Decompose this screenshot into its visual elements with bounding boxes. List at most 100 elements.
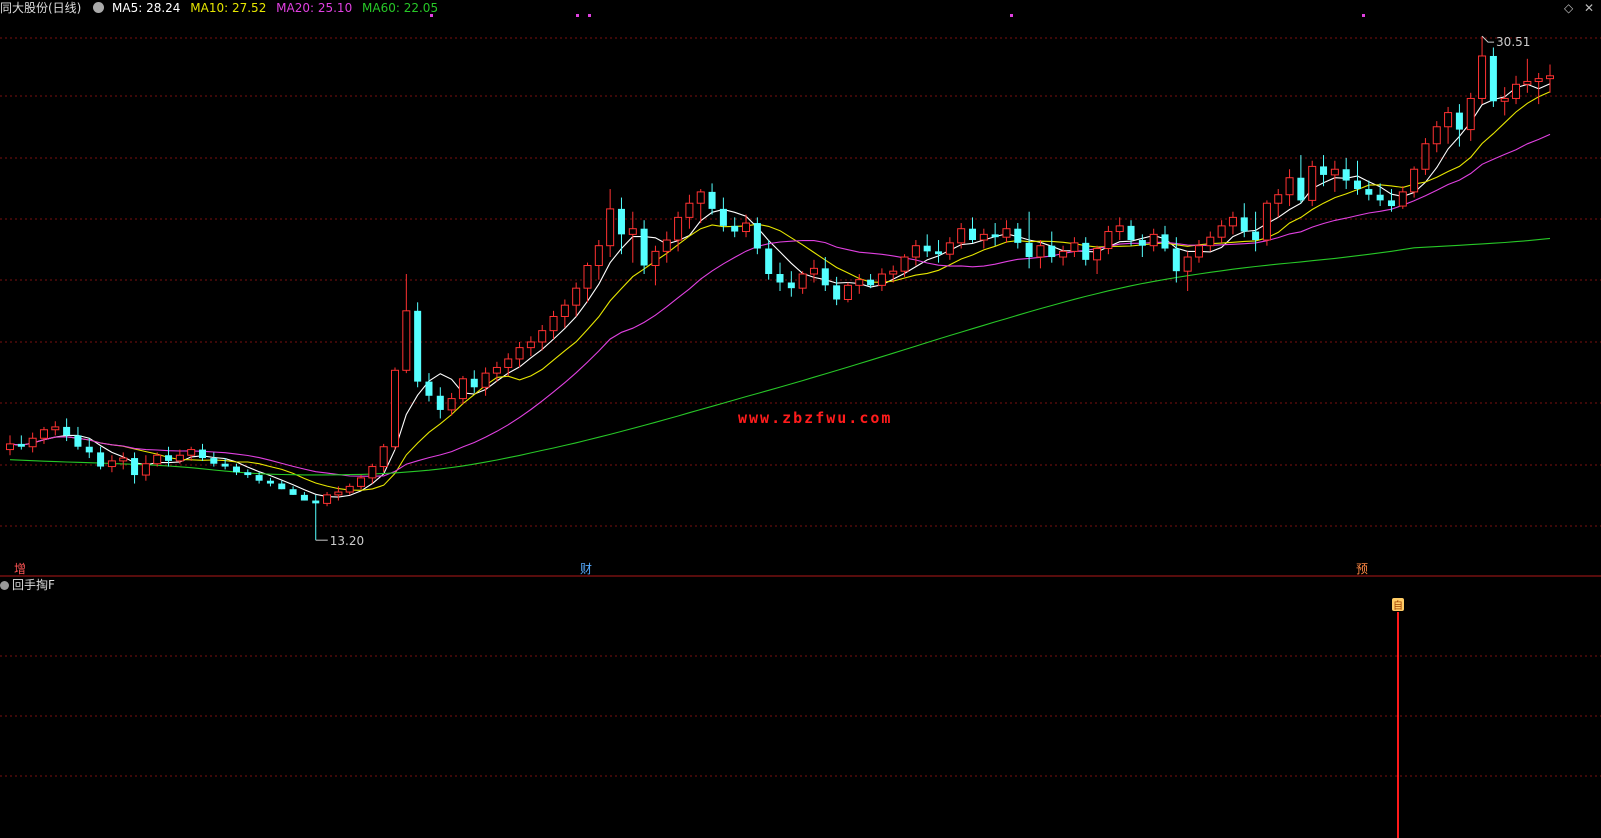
top-event-marker xyxy=(1362,14,1365,17)
candle-body xyxy=(1274,194,1283,204)
event-tag-zeng[interactable]: 增 xyxy=(14,562,26,576)
candle-body xyxy=(968,228,977,241)
candle-body xyxy=(1523,80,1532,85)
candle-body xyxy=(1365,189,1373,195)
candle xyxy=(74,426,82,450)
candle xyxy=(1444,106,1453,144)
candle xyxy=(131,452,139,484)
candle xyxy=(833,276,841,306)
candle xyxy=(1194,240,1203,263)
ma10-label: MA10: 27.52 xyxy=(190,1,267,15)
candle xyxy=(765,240,773,280)
candle xyxy=(1512,75,1521,105)
candle xyxy=(606,189,615,258)
candle-body xyxy=(1500,97,1509,102)
candle-body xyxy=(85,446,93,453)
candle-body xyxy=(323,494,332,504)
candle xyxy=(1093,245,1102,275)
event-tag-cai[interactable]: 财 xyxy=(580,562,592,576)
candle xyxy=(85,438,93,459)
candle-body xyxy=(28,437,37,448)
candle-body xyxy=(1228,216,1237,227)
candle xyxy=(210,452,218,467)
candle-body xyxy=(74,435,82,447)
candle-body xyxy=(1320,166,1328,175)
candle xyxy=(1274,189,1283,218)
candle xyxy=(900,254,909,277)
candle xyxy=(390,367,400,450)
candle-body xyxy=(1512,83,1521,99)
candle-body xyxy=(1534,78,1543,82)
candle-body xyxy=(606,208,615,247)
x-icon[interactable]: ✕ xyxy=(1584,1,1594,15)
candle xyxy=(1545,64,1555,93)
candle xyxy=(425,373,433,402)
indicator-panel: 自 xyxy=(1392,598,1404,838)
candle-body xyxy=(889,270,898,275)
candle-body xyxy=(1127,225,1135,241)
candle-body xyxy=(1421,143,1430,170)
candle-body xyxy=(1104,231,1113,250)
candle-body xyxy=(175,454,184,462)
high-price-label: 30.51 xyxy=(1496,35,1530,49)
candle xyxy=(1070,237,1079,258)
candle-body xyxy=(1240,217,1248,232)
signal-marker-label: 自 xyxy=(1393,599,1403,612)
candle xyxy=(1376,183,1384,207)
candle-body xyxy=(1183,256,1192,272)
ma5-label: MA5: 28.24 xyxy=(112,1,181,15)
candle xyxy=(436,387,444,419)
candle-body xyxy=(1070,242,1079,252)
candle-body xyxy=(776,274,784,283)
candle-body xyxy=(696,191,705,204)
candle-body xyxy=(1082,242,1090,260)
candle-body xyxy=(436,395,444,410)
candle xyxy=(323,492,332,507)
chart-header: 同大股份(日线) MA5: 28.24 MA10: 27.52 MA20: 25… xyxy=(0,0,444,16)
candle-body xyxy=(1466,97,1475,131)
candle-body xyxy=(833,285,841,300)
settings-dot-icon[interactable] xyxy=(93,2,105,13)
candle-body xyxy=(911,245,920,258)
event-tag-yu[interactable]: 预 xyxy=(1356,562,1368,576)
candle xyxy=(1285,169,1294,207)
indicator-dot-icon[interactable] xyxy=(0,581,9,590)
candle-body xyxy=(244,472,252,476)
candle-body xyxy=(809,267,818,275)
candle xyxy=(1206,231,1215,252)
candle xyxy=(1002,220,1011,243)
candle xyxy=(923,234,931,258)
candle xyxy=(753,217,761,255)
diamond-icon[interactable]: ◇ xyxy=(1564,1,1573,15)
candle xyxy=(1048,231,1056,263)
candle-body xyxy=(39,429,48,439)
candle xyxy=(1478,36,1487,105)
candle xyxy=(504,353,513,376)
candle-body xyxy=(504,358,513,368)
candle xyxy=(1455,104,1463,147)
candle xyxy=(1115,217,1124,241)
candle-body xyxy=(131,458,139,476)
candle-body xyxy=(1455,112,1463,130)
chart-annotations: 30.51 13.20 xyxy=(315,14,1530,548)
candle xyxy=(1421,138,1430,175)
candle xyxy=(776,262,784,291)
candle-body xyxy=(651,250,660,267)
candle-body xyxy=(390,369,400,448)
candle-body xyxy=(165,455,173,461)
candle xyxy=(787,271,795,297)
candle xyxy=(583,262,592,303)
candle-body xyxy=(5,443,15,451)
candle-body xyxy=(538,330,547,343)
watermark-text: www.zbzfwu.com xyxy=(738,409,893,427)
candle-body xyxy=(572,287,581,306)
candle-body xyxy=(357,477,366,487)
candle xyxy=(1252,211,1260,252)
candle-body xyxy=(991,234,999,238)
candle-body xyxy=(414,310,422,382)
candle xyxy=(97,446,105,470)
candle xyxy=(1183,251,1192,291)
candle-body xyxy=(685,202,694,218)
candle-body xyxy=(1432,126,1441,145)
candle xyxy=(1036,240,1045,269)
